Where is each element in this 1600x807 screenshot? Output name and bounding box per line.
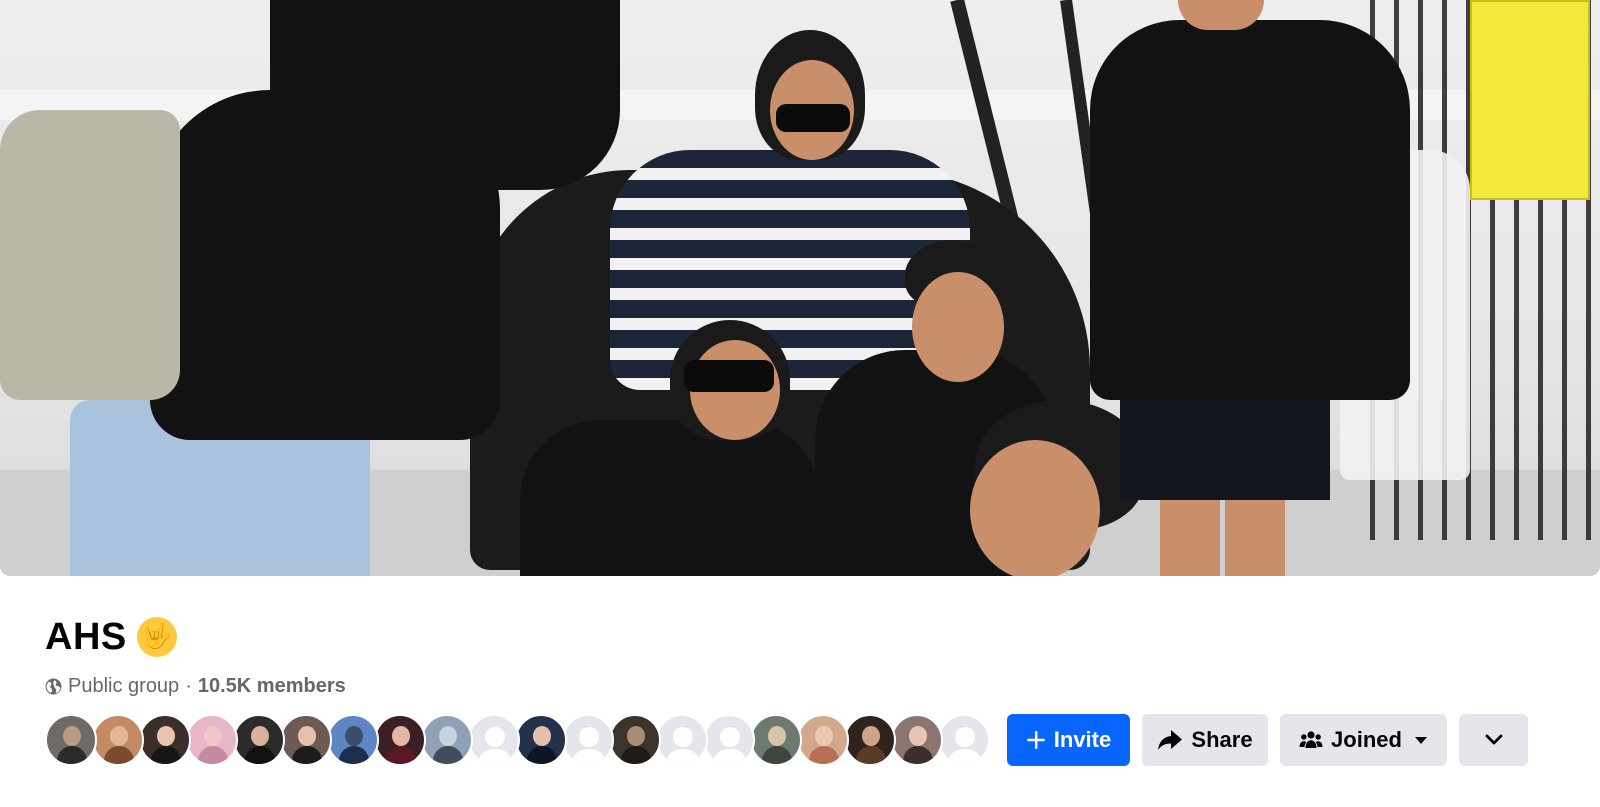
avatar-body [666,749,700,764]
rock-hand-emoji-icon: 🤟 [136,617,177,657]
avatar-body [527,746,557,764]
avatar-body [292,746,322,764]
avatar-head [720,727,740,747]
chevron-down-icon [1485,734,1503,746]
avatar-body [57,746,87,764]
avatar-head [815,726,833,746]
people-group-icon [1299,730,1323,750]
avatar-head [345,726,363,746]
avatar-head [579,727,599,747]
avatar-head [251,726,269,746]
avatar-body [948,749,982,764]
meta-separator: · [185,674,192,697]
avatar-head [955,727,975,747]
share-arrow-icon [1157,729,1183,751]
group-actions: Invite Share Joined [1007,714,1528,766]
cover-photo[interactable] [0,0,1600,576]
avatar-head [673,727,693,747]
avatar-body [104,746,134,764]
avatar-body [903,746,933,764]
cover-sunglasses [776,104,850,132]
cover-backpack [0,110,180,400]
member-avatar[interactable] [92,714,144,766]
cover-person-leg [1160,500,1220,576]
avatar-head [204,726,222,746]
default-avatar[interactable] [938,714,990,766]
member-count[interactable]: 10.5K members [198,675,346,698]
cover-person [270,0,620,190]
member-avatar[interactable] [421,714,473,766]
avatar-head [533,726,551,746]
default-avatar[interactable] [703,714,755,766]
plus-icon [1026,730,1046,750]
avatar-body [713,749,747,764]
cover-person-leg [1225,500,1285,576]
member-avatar[interactable] [750,714,802,766]
avatar-head [63,726,81,746]
avatar-head [862,726,880,746]
member-avatar[interactable] [327,714,379,766]
avatar-body [809,746,839,764]
member-avatar[interactable] [515,714,567,766]
share-label: Share [1191,727,1253,752]
avatar-head [110,726,128,746]
avatar-body [621,746,651,764]
avatar-head [627,726,645,746]
member-avatar[interactable] [186,714,238,766]
avatar-body [151,746,181,764]
avatar-head [298,726,316,746]
group-privacy[interactable]: Public group [68,675,179,698]
invite-button[interactable]: Invite [1007,714,1130,766]
group-page: AHS 🤟 Public group · 10.5K members Invit [0,0,1600,807]
cover-person-head [912,272,1004,382]
caret-down-icon [1414,736,1428,745]
avatar-body [245,746,275,764]
member-avatar[interactable] [891,714,943,766]
group-title-row: AHS 🤟 [45,612,177,662]
cover-person-shorts [1120,400,1330,500]
cover-sunglasses [684,360,774,392]
avatar-head [157,726,175,746]
avatar-head [439,726,457,746]
joined-button[interactable]: Joined [1280,714,1447,766]
default-avatar[interactable] [656,714,708,766]
member-avatar[interactable] [609,714,661,766]
member-avatar[interactable] [45,714,97,766]
group-name[interactable]: AHS [45,612,127,662]
member-avatar[interactable] [374,714,426,766]
member-avatar[interactable] [233,714,285,766]
avatar-body [339,746,369,764]
avatar-body [386,746,416,764]
default-avatar[interactable] [468,714,520,766]
default-avatar[interactable] [562,714,614,766]
globe-icon [45,678,68,695]
invite-label: Invite [1053,727,1112,752]
cover-person-head [970,440,1100,576]
member-avatars [45,714,990,766]
avatar-body [433,746,463,764]
avatar-body [762,746,792,764]
avatar-body [572,749,606,764]
cover-sign [1470,0,1590,200]
cover-person [520,420,820,576]
joined-label: Joined [1331,727,1402,752]
avatar-head [768,726,786,746]
member-avatar[interactable] [844,714,896,766]
avatar-head [392,726,410,746]
member-avatar[interactable] [139,714,191,766]
more-options-button[interactable] [1459,714,1528,766]
group-meta: Public group · 10.5K members [45,672,346,700]
avatar-body [478,749,512,764]
avatar-body [856,746,886,764]
avatar-body [198,746,228,764]
member-avatar[interactable] [797,714,849,766]
member-avatar[interactable] [280,714,332,766]
cover-person [1090,20,1410,400]
avatar-head [909,726,927,746]
share-button[interactable]: Share [1142,714,1268,766]
avatar-head [485,727,505,747]
